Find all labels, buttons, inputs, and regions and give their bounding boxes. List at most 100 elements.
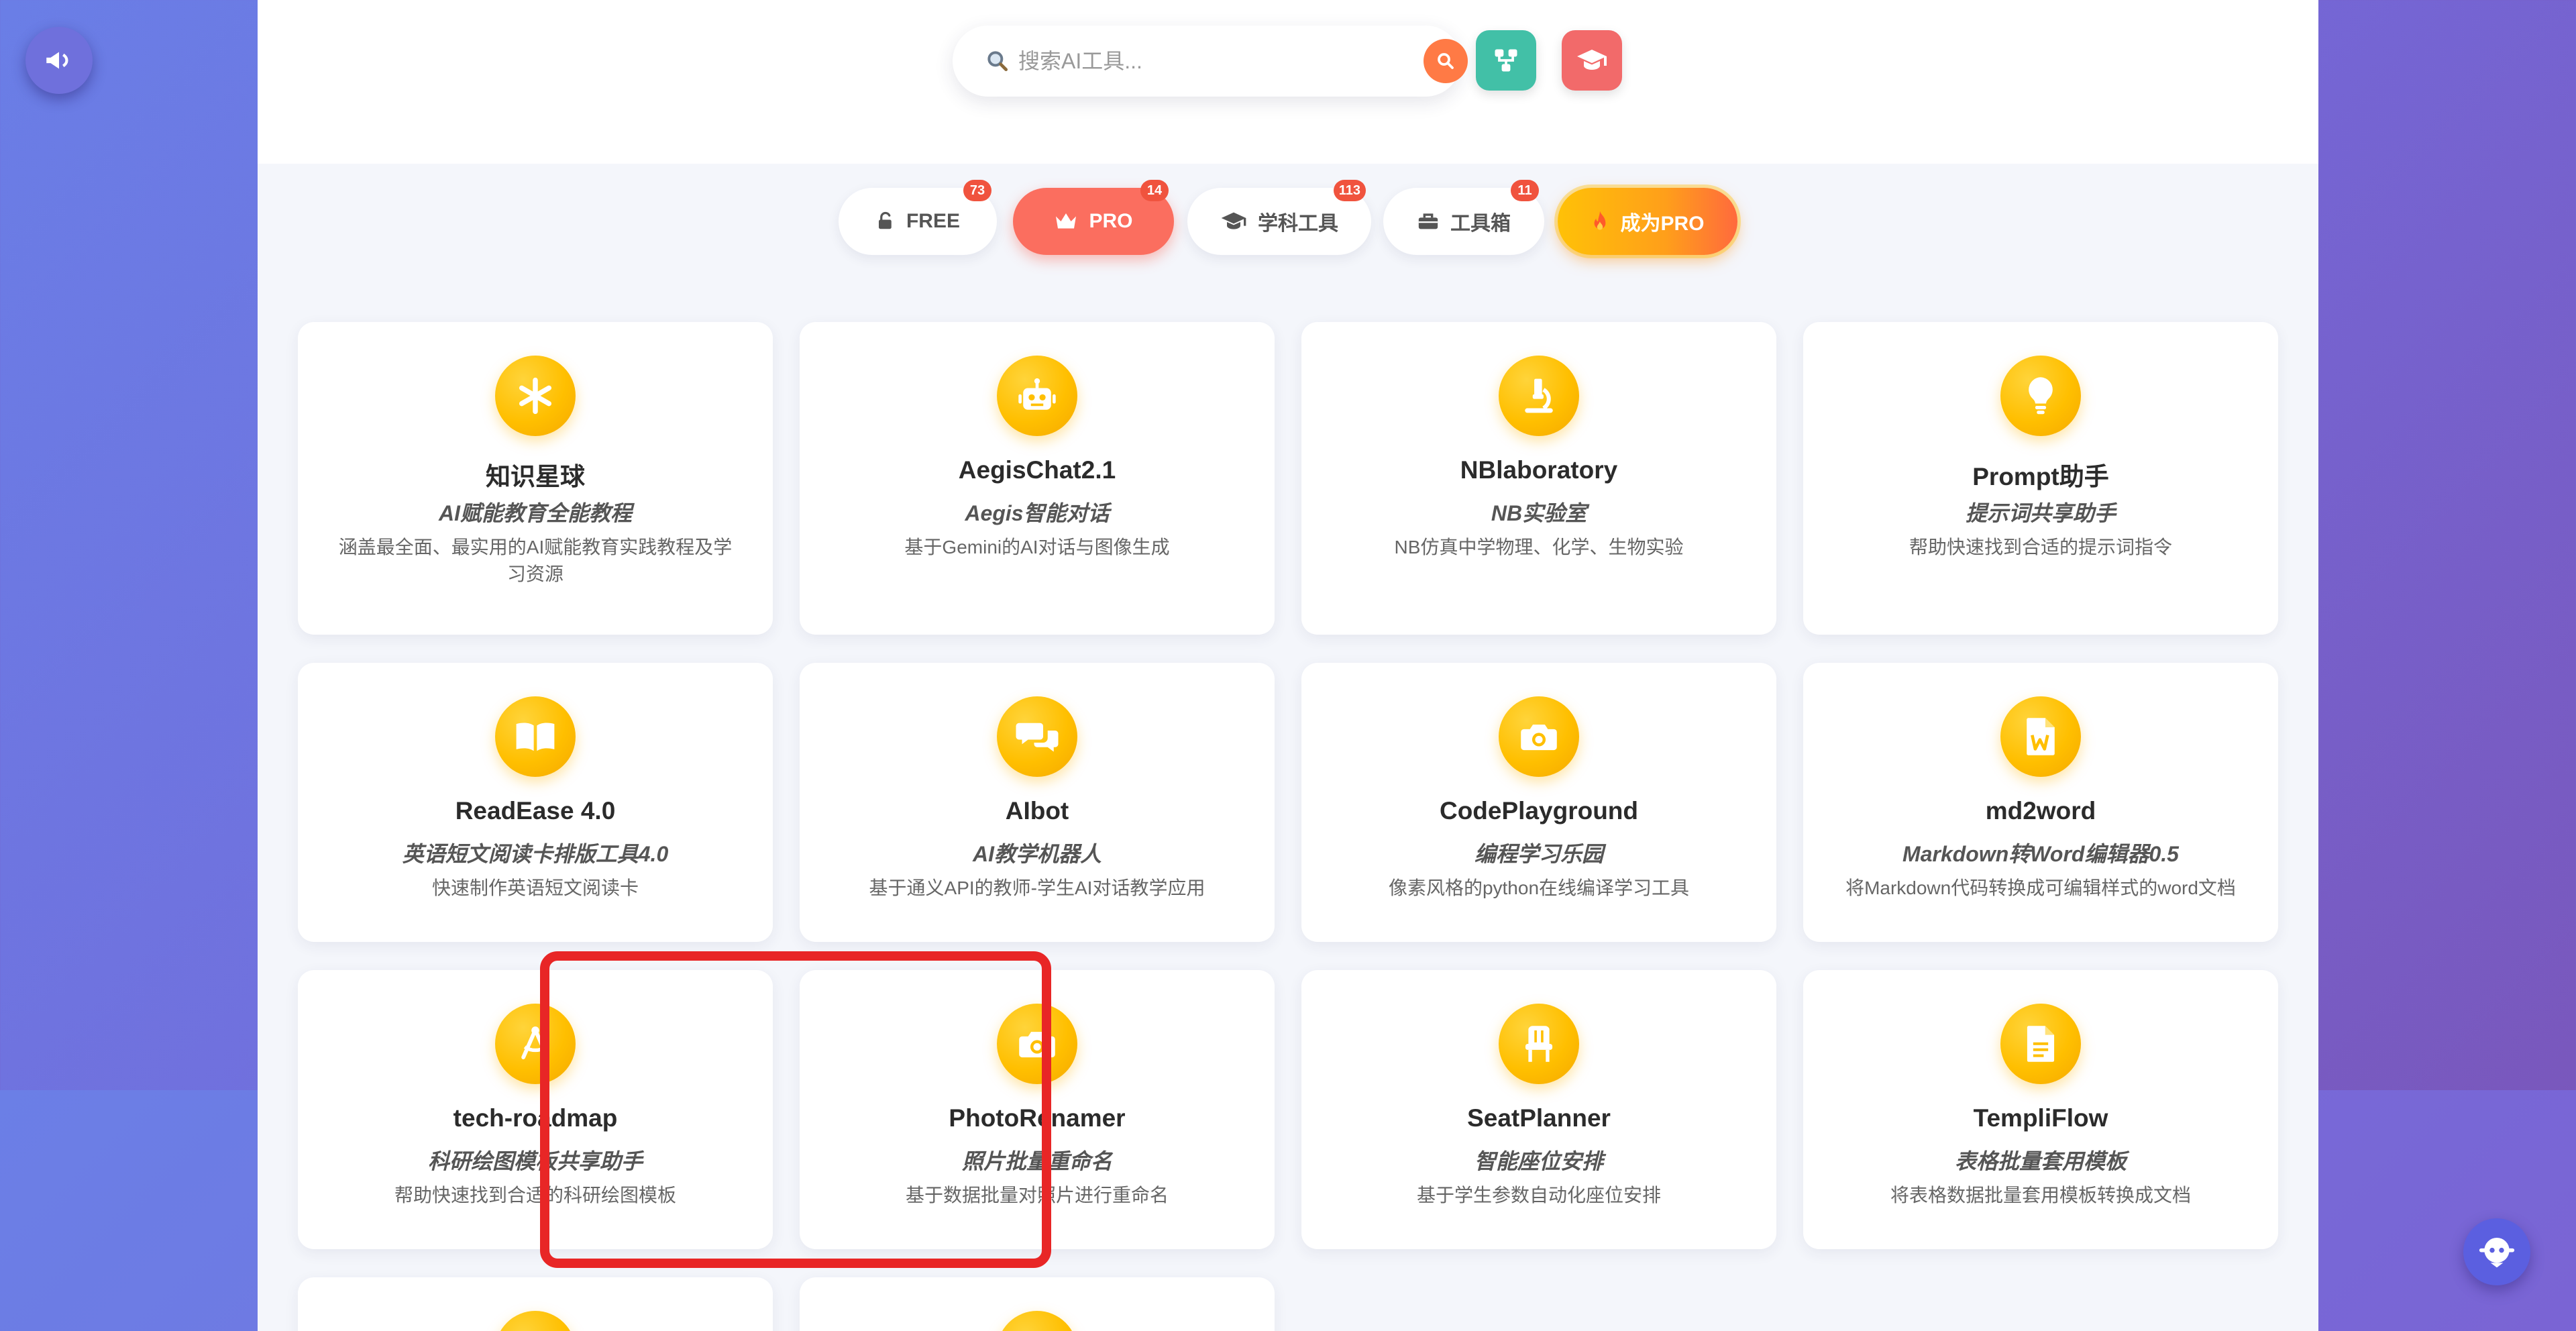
file-lines-icon <box>2027 1026 2055 1062</box>
card-subtitle: 英语短文阅读卡排版工具4.0 <box>402 842 669 866</box>
robot-icon <box>1018 378 1056 410</box>
chat-assistant-button[interactable] <box>2463 1218 2530 1285</box>
card-title: ReadEase 4.0 <box>455 797 616 824</box>
search-bar <box>953 25 1468 97</box>
card-title: SeatPlanner <box>1467 1104 1611 1132</box>
tab-count-badge: 14 <box>1140 180 1169 201</box>
microscope-icon <box>1525 378 1553 413</box>
megaphone-icon <box>46 52 68 69</box>
card-description: 将Markdown代码转换成可编辑样式的word文档 <box>1845 877 2236 898</box>
tool-card-aegischat[interactable]: AegisChat2.1 Aegis智能对话 基于Gemini的AI对话与图像生… <box>800 322 1275 635</box>
card-description: 像素风格的python在线编译学习工具 <box>1388 877 1690 898</box>
book-open-icon <box>516 723 555 751</box>
card-icon-wrap <box>1499 356 1579 436</box>
tool-card-md2word[interactable]: md2word Markdown转Word编辑器0.5 将Markdown代码转… <box>1803 663 2278 942</box>
card-subtitle: 编程学习乐园 <box>1474 842 1603 866</box>
card-subtitle: 表格批量套用模板 <box>1954 1149 2127 1173</box>
card-icon-wrap <box>1499 696 1579 777</box>
tab-toolbox[interactable]: 工具箱 11 <box>1383 180 1544 255</box>
card-title: 知识星球 <box>486 463 585 490</box>
tab-label: 工具箱 <box>1450 213 1511 235</box>
card-description: 快速制作英语短文阅读卡 <box>431 877 639 898</box>
fire-icon <box>1595 211 1606 230</box>
card-subtitle: AI教学机器人 <box>972 842 1102 866</box>
education-button[interactable] <box>1562 30 1622 91</box>
card-icon-wrap <box>2000 356 2081 436</box>
card-subtitle: AI赋能教育全能教程 <box>438 501 632 525</box>
tool-card-aibot[interactable]: AIbot AI教学机器人 基于通义API的教师-学生AI对话教学应用 <box>800 663 1275 942</box>
tool-card-seatplanner[interactable]: SeatPlanner 智能座位安排 基于学生参数自动化座位安排 <box>1301 970 1776 1249</box>
tab-count-badge: 11 <box>1511 180 1539 201</box>
tab-label: 成为PRO <box>1620 213 1705 235</box>
tab-free[interactable]: FREE 73 <box>839 180 997 255</box>
share-button[interactable] <box>1476 30 1536 91</box>
unlock-icon <box>878 211 892 229</box>
card-description: 基于Gemini的AI对话与图像生成 <box>904 537 1170 557</box>
tab-label: PRO <box>1089 210 1133 232</box>
card-title: CodePlayground <box>1439 797 1639 824</box>
card-description: NB仿真中学物理、化学、生物实验 <box>1394 537 1684 557</box>
search-button[interactable] <box>1424 39 1468 83</box>
category-tabs: FREE 73 PRO 14 学科工具 113 工具箱 11 成为PRO <box>258 180 2318 262</box>
crown-icon <box>1056 213 1077 229</box>
card-title: AegisChat2.1 <box>958 456 1116 484</box>
card-title: NBlaboratory <box>1460 456 1618 484</box>
tool-card-readease[interactable]: ReadEase 4.0 英语短文阅读卡排版工具4.0 快速制作英语短文阅读卡 <box>298 663 773 942</box>
card-icon-wrap <box>997 696 1077 777</box>
tool-card-partial[interactable] <box>800 1277 1275 1331</box>
chair-icon <box>1525 1026 1553 1062</box>
card-subtitle: Aegis智能对话 <box>965 501 1110 525</box>
selection-highlight <box>540 951 1051 1268</box>
card-description: 涵盖最全面、最实用的AI赋能教育实践教程及学习资源 <box>338 537 733 584</box>
card-icon-wrap <box>2000 696 2081 777</box>
card-subtitle: 提示词共享助手 <box>1965 501 2116 525</box>
tool-card-codeplayground[interactable]: CodePlayground 编程学习乐园 像素风格的python在线编译学习工… <box>1301 663 1776 942</box>
card-subtitle: Markdown转Word编辑器0.5 <box>1902 842 2179 866</box>
card-icon-wrap <box>2000 1004 2081 1084</box>
card-icon-wrap <box>997 356 1077 436</box>
graduation-cap-icon <box>1577 50 1607 70</box>
tab-count-badge: 113 <box>1333 180 1366 201</box>
tab-label: FREE <box>906 210 960 232</box>
tool-card-nblaboratory[interactable]: NBlaboratory NB实验室 NB仿真中学物理、化学、生物实验 <box>1301 322 1776 635</box>
search-icon <box>1438 53 1454 69</box>
tool-card-knowledge-planet[interactable]: 知识星球 AI赋能教育全能教程 涵盖最全面、最实用的AI赋能教育实践教程及学习资… <box>298 322 773 635</box>
card-description: 基于学生参数自动化座位安排 <box>1416 1185 1661 1206</box>
announcement-button[interactable] <box>25 27 93 94</box>
card-description: 帮助快速找到合适的提示词指令 <box>1909 537 2172 557</box>
card-subtitle: 智能座位安排 <box>1474 1149 1603 1173</box>
tab-pro[interactable]: PRO 14 <box>1013 180 1174 255</box>
card-icon-wrap <box>495 356 576 436</box>
main-content: FREE 73 PRO 14 学科工具 113 工具箱 11 <box>258 0 2318 1331</box>
tool-card-partial[interactable] <box>298 1277 773 1331</box>
card-subtitle: NB实验室 <box>1491 501 1587 525</box>
header <box>258 0 2318 164</box>
share-nodes-icon <box>1495 49 1517 72</box>
card-title: TempliFlow <box>1973 1104 2108 1132</box>
camera-icon <box>1521 725 1557 751</box>
card-icon-wrap <box>495 696 576 777</box>
asterisk-icon <box>519 377 552 415</box>
search-lead-icon <box>987 51 1008 72</box>
lightbulb-icon <box>2029 377 2053 415</box>
card-icon-wrap <box>1499 1004 1579 1084</box>
search-input[interactable] <box>1018 42 1394 81</box>
card-description: 基于通义API的教师-学生AI对话教学应用 <box>869 877 1205 898</box>
chat-bot-icon <box>2479 1238 2515 1268</box>
card-title: Prompt助手 <box>1972 463 2109 490</box>
tab-label: 学科工具 <box>1258 213 1338 235</box>
card-title: md2word <box>1985 797 2096 824</box>
tab-subject-tools[interactable]: 学科工具 113 <box>1187 180 1371 255</box>
card-description: 将表格数据批量套用模板转换成文档 <box>1890 1185 2191 1206</box>
card-icon-wrap <box>997 1311 1077 1331</box>
tool-card-templiflow[interactable]: TempliFlow 表格批量套用模板 将表格数据批量套用模板转换成文档 <box>1803 970 2278 1249</box>
card-title: AIbot <box>1005 797 1069 824</box>
graduation-cap-icon <box>1221 212 1246 229</box>
become-pro-button[interactable]: 成为PRO <box>1558 188 1737 255</box>
comments-icon <box>1016 723 1059 752</box>
tab-count-badge: 73 <box>963 180 991 201</box>
toolbox-icon <box>1418 213 1438 229</box>
tool-card-prompt-assistant[interactable]: Prompt助手 提示词共享助手 帮助快速找到合适的提示词指令 <box>1803 322 2278 635</box>
card-icon-wrap <box>495 1311 576 1331</box>
file-word-icon <box>2027 718 2055 755</box>
